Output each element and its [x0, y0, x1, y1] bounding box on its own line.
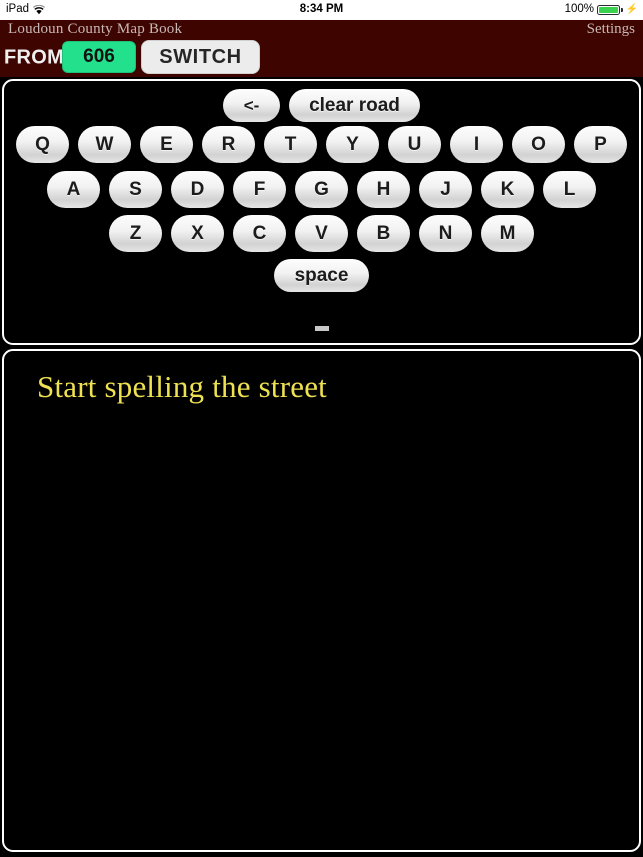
key-f[interactable]: F — [233, 171, 286, 208]
key-h[interactable]: H — [357, 171, 410, 208]
key-t[interactable]: T — [264, 126, 317, 163]
battery-percent-label: 100% — [564, 3, 595, 15]
key-x[interactable]: X — [171, 215, 224, 252]
from-road-button[interactable]: 606 — [62, 41, 136, 73]
key-w[interactable]: W — [78, 126, 131, 163]
key-r[interactable]: R — [202, 126, 255, 163]
key-m[interactable]: M — [481, 215, 534, 252]
from-label: FROM — [4, 46, 65, 69]
key-y[interactable]: Y — [326, 126, 379, 163]
key-i[interactable]: I — [450, 126, 503, 163]
settings-link[interactable]: Settings — [587, 21, 635, 38]
key-d[interactable]: D — [171, 171, 224, 208]
clear-road-button[interactable]: clear road — [289, 89, 420, 122]
keyboard-row-3: Z X C V B N M — [4, 215, 639, 252]
backspace-key[interactable]: <- — [223, 89, 280, 122]
key-z[interactable]: Z — [109, 215, 162, 252]
key-u[interactable]: U — [388, 126, 441, 163]
status-bar-right: 100% ⚡ — [565, 3, 638, 15]
key-o[interactable]: O — [512, 126, 565, 163]
app-header: Loudoun County Map Book Settings FROM 60… — [0, 20, 643, 77]
page-title: Loudoun County Map Book — [8, 21, 183, 37]
key-a[interactable]: A — [47, 171, 100, 208]
key-p[interactable]: P — [574, 126, 627, 163]
key-b[interactable]: B — [357, 215, 410, 252]
keyboard-panel: <- clear road Q W E R T Y U I O P A S D … — [2, 79, 641, 345]
space-key[interactable]: space — [274, 259, 369, 292]
keyboard-row-space: space — [4, 259, 639, 292]
key-k[interactable]: K — [481, 171, 534, 208]
app-root: iPad 8:34 PM 100% ⚡ Loudoun County Map B… — [0, 0, 643, 857]
battery-icon — [597, 5, 621, 15]
keyboard-row-controls: <- clear road — [4, 89, 639, 122]
key-l[interactable]: L — [543, 171, 596, 208]
keyboard-row-2: A S D F G H J K L — [4, 171, 639, 208]
ios-status-bar: iPad 8:34 PM 100% ⚡ — [0, 0, 643, 20]
keyboard-row-1: Q W E R T Y U I O P — [4, 126, 639, 163]
status-bar-clock: 8:34 PM — [299, 3, 344, 15]
key-e[interactable]: E — [140, 126, 193, 163]
key-v[interactable]: V — [295, 215, 348, 252]
key-g[interactable]: G — [295, 171, 348, 208]
street-results-panel[interactable]: Start spelling the street — [2, 349, 641, 852]
battery-cap-icon — [621, 8, 623, 12]
key-c[interactable]: C — [233, 215, 286, 252]
spelling-prompt-text: Start spelling the street — [37, 369, 327, 404]
key-j[interactable]: J — [419, 171, 472, 208]
text-caret-icon — [314, 326, 329, 331]
key-s[interactable]: S — [109, 171, 162, 208]
lightning-bolt-icon: ⚡ — [625, 3, 638, 15]
key-n[interactable]: N — [419, 215, 472, 252]
key-q[interactable]: Q — [16, 126, 69, 163]
switch-button[interactable]: SWITCH — [141, 40, 260, 74]
